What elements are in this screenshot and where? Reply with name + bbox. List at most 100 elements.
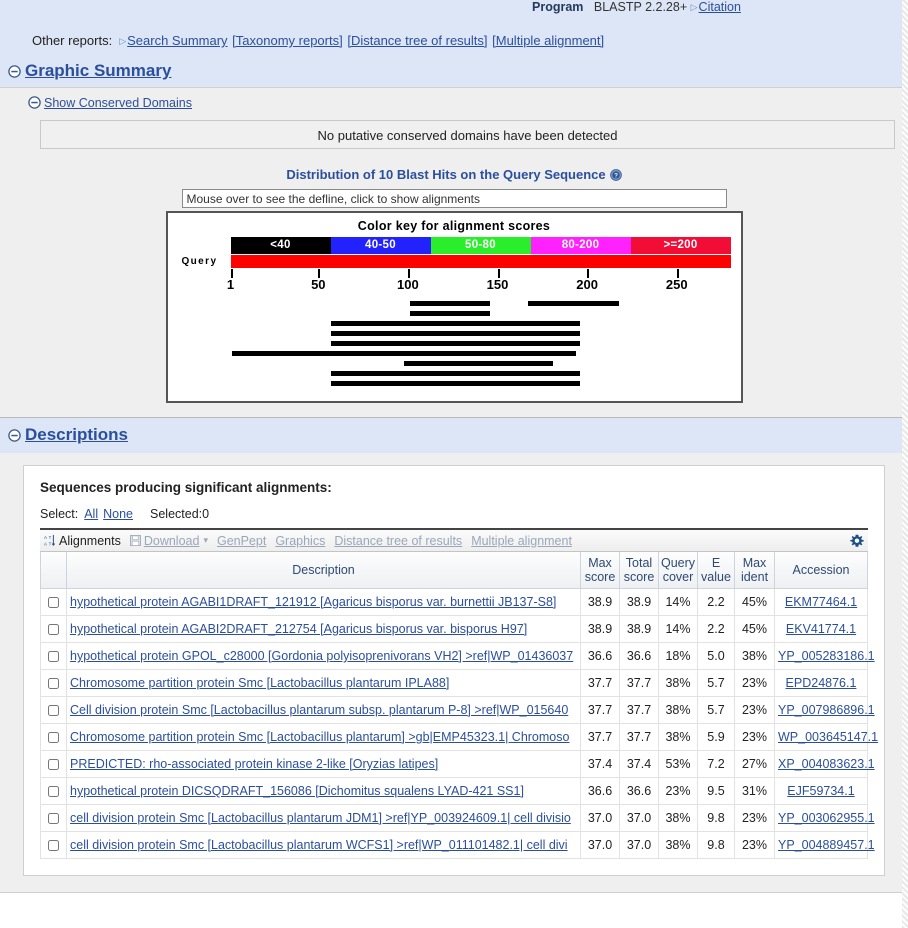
row-checkbox-cell[interactable] xyxy=(40,615,67,643)
row-checkbox-cell[interactable] xyxy=(40,750,67,778)
download-label[interactable]: Download xyxy=(144,534,200,548)
accession-link[interactable]: YP_007986896.1 xyxy=(778,703,875,717)
table-row[interactable]: hypothetical protein GPOL_c28000 [Gordon… xyxy=(40,642,875,670)
header-max-ident[interactable]: Max ident xyxy=(734,552,775,589)
description-link[interactable]: Cell division protein Smc [Lactobacillus… xyxy=(70,703,568,717)
header-description[interactable]: Description xyxy=(66,552,581,589)
row-checkbox[interactable] xyxy=(48,678,59,690)
header-max-score[interactable]: Max score xyxy=(580,552,620,589)
hit-bar[interactable] xyxy=(330,341,580,346)
table-row[interactable]: Chromosome partition protein Smc [Lactob… xyxy=(40,723,878,751)
link-multiple-alignment[interactable]: [Multiple alignment] xyxy=(492,33,604,48)
descriptions-title[interactable]: Descriptions xyxy=(25,425,128,444)
row-checkbox[interactable] xyxy=(48,624,59,636)
table-row[interactable]: cell division protein Smc [Lactobacillus… xyxy=(40,804,875,832)
hit-bar[interactable] xyxy=(330,321,580,326)
header-accession[interactable]: Accession xyxy=(774,552,868,589)
multiple-alignment-link[interactable]: Multiple alignment xyxy=(471,534,572,548)
accession-link[interactable]: YP_005283186.1 xyxy=(778,649,875,663)
description-link[interactable]: hypothetical protein GPOL_c28000 [Gordon… xyxy=(70,649,573,663)
link-taxonomy-reports[interactable]: [Taxonomy reports] xyxy=(232,33,343,48)
select-none-link[interactable]: None xyxy=(103,507,133,521)
row-checkbox[interactable] xyxy=(48,705,59,717)
alignment-graphic[interactable]: Color key for alignment scores <40 40-50 5… xyxy=(165,211,743,403)
row-checkbox-cell[interactable] xyxy=(40,804,67,832)
description-link[interactable]: cell division protein Smc [Lactobacillus… xyxy=(70,811,571,825)
hit-bar[interactable] xyxy=(330,371,580,376)
hit-bar[interactable] xyxy=(330,331,580,336)
table-row[interactable]: hypothetical protein DICSQDRAFT_156086 [… xyxy=(40,777,868,805)
hit-bars[interactable] xyxy=(168,301,741,401)
accession-link[interactable]: XP_004083623.1 xyxy=(778,757,875,771)
description-link[interactable]: cell division protein Smc [Lactobacillus… xyxy=(70,838,568,852)
accession-link[interactable]: YP_003062955.1 xyxy=(778,811,875,825)
description-link[interactable]: PREDICTED: rho-associated protein kinase… xyxy=(70,757,438,771)
row-checkbox-cell[interactable] xyxy=(40,642,67,670)
citation-link[interactable]: Citation xyxy=(699,0,741,14)
description-link[interactable]: Chromosome partition protein Smc [Lactob… xyxy=(70,730,569,744)
table-row[interactable]: hypothetical protein AGABI1DRAFT_121912 … xyxy=(40,588,868,616)
row-checkbox-cell[interactable] xyxy=(40,831,67,859)
alignments-button[interactable]: A A T T Alignments xyxy=(44,534,121,548)
collapse-toggle-icon[interactable] xyxy=(28,96,41,109)
table-row[interactable]: hypothetical protein AGABI2DRAFT_212754 … xyxy=(40,615,868,643)
other-reports: Other reports: ▷Search Summary [Taxonomy … xyxy=(0,17,908,57)
collapse-toggle-icon[interactable] xyxy=(8,65,21,78)
alignments-label[interactable]: Alignments xyxy=(59,534,121,548)
link-distance-tree[interactable]: [Distance tree of results] xyxy=(347,33,487,48)
description-link[interactable]: hypothetical protein AGABI1DRAFT_121912 … xyxy=(70,595,556,609)
accession-link[interactable]: WP_003645147.1 xyxy=(778,730,878,744)
row-checkbox-cell[interactable] xyxy=(40,669,67,697)
row-checkbox-cell[interactable] xyxy=(40,588,67,616)
table-row[interactable]: PREDICTED: rho-associated protein kinase… xyxy=(40,750,875,778)
accession-link[interactable]: EPD24876.1 xyxy=(786,676,857,690)
row-checkbox[interactable] xyxy=(48,813,59,825)
row-checkbox[interactable] xyxy=(48,732,59,744)
graphic-summary-title[interactable]: Graphic Summary xyxy=(25,61,171,80)
descriptions-header[interactable]: Descriptions xyxy=(0,418,908,453)
table-row[interactable]: Chromosome partition protein Smc [Lactob… xyxy=(40,669,868,697)
gear-icon[interactable] xyxy=(850,534,864,548)
row-checkbox[interactable] xyxy=(48,597,59,609)
row-max-score: 37.7 xyxy=(580,696,620,724)
help-circle-icon[interactable]: ? xyxy=(609,169,622,181)
accession-link[interactable]: EKV41774.1 xyxy=(786,622,856,636)
download-button[interactable]: Download ▾ xyxy=(129,534,208,548)
chevron-down-icon[interactable]: ▾ xyxy=(203,535,208,546)
row-accession: EKV41774.1 xyxy=(774,615,868,643)
accession-link[interactable]: EKM77464.1 xyxy=(785,595,857,609)
accession-link[interactable]: YP_004889457.1 xyxy=(778,838,875,852)
header-total-score[interactable]: Total score xyxy=(619,552,659,589)
hit-bar[interactable] xyxy=(330,381,580,386)
description-link[interactable]: hypothetical protein DICSQDRAFT_156086 [… xyxy=(70,784,524,798)
table-row[interactable]: cell division protein Smc [Lactobacillus… xyxy=(40,831,875,859)
row-checkbox[interactable] xyxy=(48,759,59,771)
row-checkbox-cell[interactable] xyxy=(40,723,67,751)
row-checkbox[interactable] xyxy=(48,651,59,663)
header-query-cover[interactable]: Query cover xyxy=(658,552,698,589)
hit-bar[interactable] xyxy=(409,301,491,306)
graphics-link[interactable]: Graphics xyxy=(275,534,325,548)
description-link[interactable]: Chromosome partition protein Smc [Lactob… xyxy=(70,676,449,690)
show-conserved-domains-row[interactable]: Show Conserved Domains xyxy=(0,96,908,110)
show-conserved-domains-link[interactable]: Show Conserved Domains xyxy=(44,96,192,110)
accession-link[interactable]: EJF59734.1 xyxy=(787,784,854,798)
mouseover-hint-box[interactable]: Mouse over to see the defline, click to … xyxy=(181,189,727,208)
genpept-link[interactable]: GenPept xyxy=(217,534,266,548)
graphic-summary-header[interactable]: Graphic Summary xyxy=(0,57,908,87)
hit-bar[interactable] xyxy=(409,311,491,316)
collapse-toggle-icon[interactable] xyxy=(8,429,21,442)
hit-bar[interactable] xyxy=(527,301,620,306)
header-e-value[interactable]: Evalue xyxy=(697,552,735,589)
row-checkbox[interactable] xyxy=(48,786,59,798)
table-row[interactable]: Cell division protein Smc [Lactobacillus… xyxy=(40,696,875,724)
hit-bar[interactable] xyxy=(232,351,577,356)
hit-bar[interactable] xyxy=(404,361,554,366)
row-checkbox-cell[interactable] xyxy=(40,777,67,805)
row-checkbox-cell[interactable] xyxy=(40,696,67,724)
select-all-link[interactable]: All xyxy=(84,507,98,521)
link-search-summary[interactable]: Search Summary xyxy=(127,33,227,48)
distance-tree-link[interactable]: Distance tree of results xyxy=(334,534,462,548)
description-link[interactable]: hypothetical protein AGABI2DRAFT_212754 … xyxy=(70,622,527,636)
row-checkbox[interactable] xyxy=(48,840,59,852)
